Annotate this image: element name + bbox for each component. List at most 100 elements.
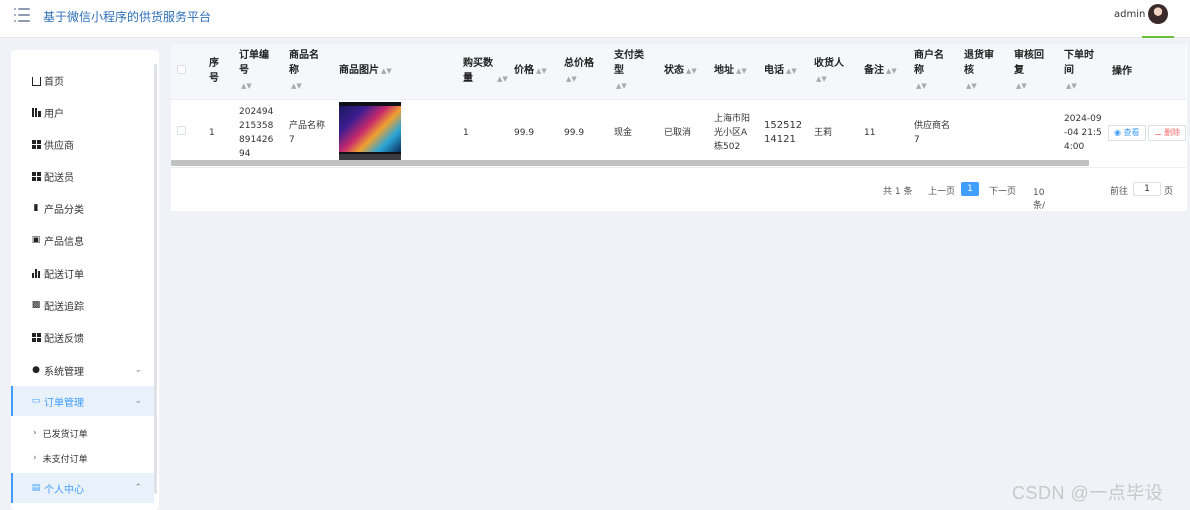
sort-caret-icon[interactable]: ▲▼ (686, 64, 697, 79)
sort-caret-icon[interactable]: ▲▼ (886, 64, 897, 79)
column-header-phone[interactable]: 电话 ▲▼ (758, 44, 808, 100)
order-table-panel: 序号 订单编号▲▼ 商品名称▲▼ 商品图片 ▲▼ 购买数量 ▲▼ 价格 ▲▼ 总价格▲… (171, 44, 1187, 211)
column-header-return-audit[interactable]: 退货审核▲▼ (958, 44, 1008, 100)
column-header-product-image[interactable]: 商品图片 ▲▼ (333, 44, 457, 100)
trash-icon: ⚊ (1154, 128, 1165, 137)
column-header-status[interactable]: 状态 ▲▼ (658, 44, 708, 100)
home-icon (31, 75, 41, 86)
ticket-icon: ▮ (33, 203, 39, 213)
grid-icon (31, 139, 41, 149)
sort-caret-icon[interactable]: ▲▼ (736, 64, 747, 79)
clipboard-icon: ▩ (31, 300, 41, 310)
sidebar-item-couriers[interactable]: 配送员 (11, 161, 154, 191)
chevron-up-icon: ⌃ (134, 483, 142, 493)
chevron-down-icon: ⌄ (134, 365, 142, 375)
sidebar-item-users[interactable]: 用户 (11, 97, 154, 127)
column-header-product-name[interactable]: 商品名称▲▼ (283, 44, 333, 100)
row-select-cell[interactable] (171, 99, 203, 168)
goto-page-input[interactable]: 1 (1133, 182, 1161, 196)
cell-status: 已取消 (658, 99, 708, 168)
chevron-down-icon: ⌄ (134, 396, 142, 406)
sort-caret-icon[interactable]: ▲▼ (536, 64, 547, 79)
admin-username[interactable]: admin (1114, 9, 1145, 20)
sort-caret-icon[interactable]: ▲▼ (786, 64, 797, 79)
sort-caret-icon[interactable]: ▲▼ (566, 72, 577, 87)
sidebar-item-delivery-feedback[interactable]: 配送反馈 (11, 322, 154, 352)
cell-receiver: 王莉 (808, 99, 858, 168)
select-all-cell[interactable] (171, 44, 203, 100)
table-header-row: 序号 订单编号▲▼ 商品名称▲▼ 商品图片 ▲▼ 购买数量 ▲▼ 价格 ▲▼ 总价格▲… (171, 44, 1187, 100)
sidebar-item-personal-center[interactable]: ▤ 个人中心 ⌃ (11, 473, 154, 503)
cell-total: 99.9 (558, 99, 608, 168)
column-header-receiver[interactable]: 收货人▲▼ (808, 44, 858, 100)
cell-pay-type: 现金 (608, 99, 658, 168)
column-header-index: 序号 (203, 44, 233, 100)
view-button[interactable]: ◉ 查看 (1108, 125, 1146, 141)
grid-icon (31, 332, 41, 342)
column-header-order-time[interactable]: 下单时间▲▼ (1058, 44, 1106, 100)
column-header-remark[interactable]: 备注 ▲▼ (858, 44, 908, 100)
top-header: 基于微信小程序的供货服务平台 admin (0, 0, 1190, 38)
grid-icon (31, 171, 41, 181)
sidebar-item-delivery-tracking[interactable]: ▩ 配送追踪 (11, 290, 154, 320)
bar-chart-icon (31, 268, 41, 278)
sidebar-subitem-unpaid-orders[interactable]: › 未支付订单 (11, 446, 154, 470)
chevron-right-icon: › (33, 428, 37, 438)
table-row[interactable]: 1 20249421535889142694 产品名称7 1 99.9 99.9… (171, 99, 1187, 168)
cell-phone: 15251214121 (758, 99, 808, 168)
sidebar-item-delivery-orders[interactable]: 配送订单 (11, 258, 154, 288)
cell-index: 1 (203, 99, 233, 168)
order-table: 序号 订单编号▲▼ 商品名称▲▼ 商品图片 ▲▼ 购买数量 ▲▼ 价格 ▲▼ 总价格▲… (171, 44, 1187, 168)
cell-product-name: 产品名称7 (283, 99, 333, 168)
watermark: CSDN @一点毕设 (1012, 483, 1164, 503)
sort-caret-icon[interactable]: ▲▼ (616, 79, 627, 94)
sort-caret-icon[interactable]: ▲▼ (1066, 79, 1077, 94)
row-checkbox[interactable] (177, 126, 186, 135)
sidebar-item-system-management[interactable]: ● 系统管理 ⌄ (11, 355, 154, 385)
column-header-address[interactable]: 地址 ▲▼ (708, 44, 758, 100)
cell-merchant: 供应商名7 (908, 99, 958, 168)
avatar[interactable] (1148, 4, 1168, 24)
sort-caret-icon[interactable]: ▲▼ (1016, 79, 1027, 94)
select-all-checkbox[interactable] (177, 64, 186, 74)
sort-caret-icon[interactable]: ▲▼ (381, 64, 392, 79)
sidebar-subitem-shipped-orders[interactable]: › 已发货订单 (11, 421, 154, 445)
sort-caret-icon[interactable]: ▲▼ (966, 79, 977, 94)
sort-caret-icon[interactable]: ▲▼ (497, 72, 508, 87)
sort-caret-icon[interactable]: ▲▼ (241, 79, 252, 94)
pagination-page-1[interactable]: 1 (961, 182, 979, 196)
cell-address: 上海市阳光小区A栋502 (708, 99, 758, 168)
sort-caret-icon[interactable]: ▲▼ (291, 79, 302, 94)
cell-actions: ◉ 查看 ⚊ 删除 (1106, 99, 1187, 168)
sidebar-item-suppliers[interactable]: 供应商 (11, 129, 154, 159)
cell-return-audit (958, 99, 1008, 168)
chevron-down-icon: ⌄ (1039, 188, 1047, 198)
column-header-merchant[interactable]: 商户名称▲▼ (908, 44, 958, 100)
sort-caret-icon[interactable]: ▲▼ (816, 72, 827, 87)
sidebar: 首页 用户 供应商 配送员 ▮ 产品分类 ▣ 产品信息 配送订单 ▩ 配送追踪 … (11, 50, 159, 510)
sidebar-scrollbar[interactable] (154, 64, 157, 494)
location-pin-icon: ● (32, 365, 40, 375)
column-header-pay-type[interactable]: 支付类型▲▼ (608, 44, 658, 100)
monitor-icon: ▣ (31, 235, 41, 245)
cell-price: 99.9 (508, 99, 558, 168)
column-header-order-no[interactable]: 订单编号▲▼ (233, 44, 283, 100)
column-header-audit-reply[interactable]: 审核回复▲▼ (1008, 44, 1058, 100)
delete-button[interactable]: ⚊ 删除 (1148, 125, 1187, 141)
sidebar-item-order-management[interactable]: ▭ 订单管理 ⌄ (11, 386, 154, 416)
sort-caret-icon[interactable]: ▲▼ (916, 79, 927, 94)
menu-toggle-icon[interactable] (14, 8, 30, 22)
sidebar-item-product-info[interactable]: ▣ 产品信息 (11, 225, 154, 255)
pagination-next-button[interactable]: 下一页 (989, 184, 1016, 197)
pagination-prev-button[interactable]: 上一页 (928, 184, 955, 197)
sidebar-item-home[interactable]: 首页 (11, 65, 154, 95)
table-horizontal-scrollbar[interactable] (171, 160, 1089, 166)
cell-audit-reply (1008, 99, 1058, 168)
product-image[interactable] (339, 102, 401, 164)
sidebar-item-product-categories[interactable]: ▮ 产品分类 (11, 193, 154, 223)
user-list-icon (31, 107, 41, 117)
column-header-price[interactable]: 价格 ▲▼ (508, 44, 558, 100)
goto-page-unit: 页 (1164, 187, 1174, 197)
column-header-quantity[interactable]: 购买数量 ▲▼ (457, 44, 508, 100)
column-header-total[interactable]: 总价格▲▼ (558, 44, 608, 100)
